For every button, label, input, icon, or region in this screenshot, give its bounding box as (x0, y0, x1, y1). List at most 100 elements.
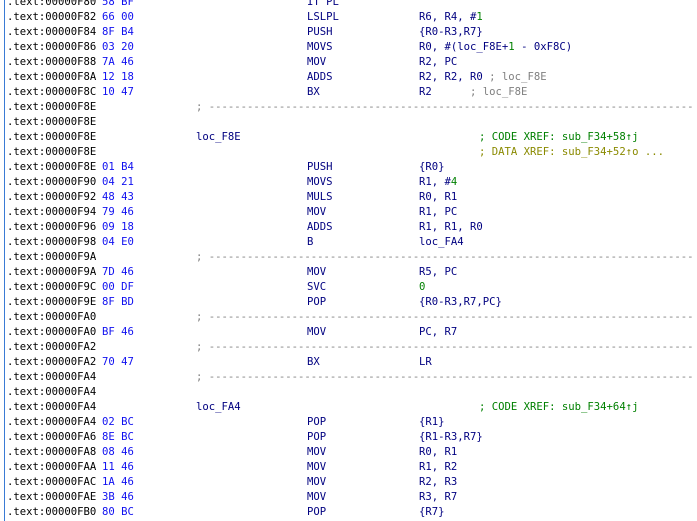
operands[interactable]: R6, R4, #1 (419, 10, 483, 25)
disasm-line[interactable]: .text:00000FA0 ; ------------------------… (0, 310, 697, 325)
operands[interactable]: R1, PC (419, 205, 457, 220)
address[interactable]: .text:00000FA4 (7, 370, 96, 385)
mnemonic[interactable]: MOVS (307, 40, 333, 55)
mnemonic[interactable]: ADDS (307, 220, 333, 235)
mnemonic[interactable]: MOV (307, 475, 326, 490)
address[interactable]: .text:00000F8A (7, 70, 96, 85)
address[interactable]: .text:00000F8E (7, 115, 96, 130)
operand-text[interactable]: {R1} (419, 416, 445, 428)
disasm-line[interactable]: .text:00000FA2 ; ------------------------… (0, 340, 697, 355)
address[interactable]: .text:00000F82 (7, 10, 96, 25)
address[interactable]: .text:00000F9C (7, 280, 96, 295)
disasm-line[interactable]: .text:00000F8C 10 47 BX R2 ; loc_F8E (0, 85, 697, 100)
address[interactable]: .text:00000FAC (7, 475, 96, 490)
operand-text[interactable]: PC, R7 (419, 326, 457, 338)
operands[interactable]: {R0} (419, 160, 445, 175)
address[interactable]: .text:00000F94 (7, 205, 96, 220)
operands[interactable]: {R1-R3,R7} (419, 430, 483, 445)
operand-number[interactable]: 0 (419, 281, 425, 293)
operands[interactable]: R2 ; loc_F8E (419, 85, 527, 100)
mnemonic[interactable]: BX (307, 85, 320, 100)
disasm-line[interactable]: .text:00000FA4 02 BC POP {R1} (0, 415, 697, 430)
address[interactable]: .text:00000F9A (7, 250, 96, 265)
mnemonic[interactable]: BX (307, 355, 320, 370)
address[interactable]: .text:00000FA2 (7, 355, 96, 370)
disasm-line[interactable]: .text:00000F88 7A 46 MOV R2, PC (0, 55, 697, 70)
disasm-line[interactable]: .text:00000F92 48 43 MULS R0, R1 (0, 190, 697, 205)
address[interactable]: .text:00000F9E (7, 295, 96, 310)
operand-text[interactable]: R0, R1 (419, 446, 457, 458)
address[interactable]: .text:00000FAA (7, 460, 96, 475)
address[interactable]: .text:00000F9A (7, 265, 96, 280)
operand-text[interactable]: R0, #(loc_F8E+ (419, 41, 508, 53)
disasm-line[interactable]: .text:00000F9E 8F BD POP {R0-R3,R7,PC} (0, 295, 697, 310)
mnemonic[interactable]: IT PL (307, 0, 339, 10)
disasm-line[interactable]: .text:00000F8A 12 18 ADDS R2, R2, R0 ; loc_… (0, 70, 697, 85)
disasm-line[interactable]: .text:00000F9A ; ------------------------… (0, 250, 697, 265)
address[interactable]: .text:00000F88 (7, 55, 96, 70)
disasm-line[interactable]: .text:00000FA4 loc_FA4 ; CODE XREF: sub_F3… (0, 400, 697, 415)
disasm-line[interactable]: .text:00000F9A 7D 46 MOV R5, PC (0, 265, 697, 280)
operand-text[interactable]: R2, PC (419, 56, 457, 68)
code-label[interactable]: loc_F8E (196, 130, 241, 145)
disasm-line[interactable]: .text:00000F8E ; ------------------------… (0, 100, 697, 115)
operand-text[interactable]: R5, PC (419, 266, 457, 278)
operand-text[interactable]: - (515, 41, 534, 53)
operand-text[interactable]: R2, R2, R0 (419, 71, 489, 83)
address[interactable]: .text:00000F8E (7, 130, 96, 145)
mnemonic[interactable]: MULS (307, 190, 333, 205)
operand-text[interactable]: {R7} (419, 506, 445, 518)
mnemonic[interactable]: MOV (307, 460, 326, 475)
operands[interactable]: loc_FA4 (419, 235, 464, 250)
disasm-line[interactable]: .text:00000FAC 1A 46 MOV R2, R3 (0, 475, 697, 490)
address[interactable]: .text:00000FA4 (7, 385, 96, 400)
operands[interactable]: {R7} (419, 505, 445, 520)
xref-comment[interactable]: ; CODE XREF: sub_F34+58↑j (479, 130, 638, 145)
operand-text[interactable]: R1, R1, R0 (419, 221, 483, 233)
mnemonic[interactable]: PUSH (307, 160, 333, 175)
mnemonic[interactable]: PUSH (307, 25, 333, 40)
operand-text[interactable]: R6, R4, # (419, 11, 476, 23)
disasm-line[interactable]: .text:00000FA4 (0, 385, 697, 400)
operands[interactable]: R0, R1 (419, 190, 457, 205)
mnemonic[interactable]: MOV (307, 55, 326, 70)
address[interactable]: .text:00000F90 (7, 175, 96, 190)
address[interactable]: .text:00000F86 (7, 40, 96, 55)
operand-text[interactable]: {R0-R3,R7,PC} (419, 296, 502, 308)
disasm-line[interactable]: .text:00000F8E (0, 115, 697, 130)
mnemonic[interactable]: ADDS (307, 70, 333, 85)
mnemonic[interactable]: B (307, 235, 313, 250)
operand-text[interactable]: R1, R2 (419, 461, 457, 473)
xref-comment[interactable]: ; DATA XREF: sub_F34+52↑o ... (479, 145, 664, 160)
operands[interactable]: LR (419, 355, 432, 370)
operand-text[interactable]: R3, R7 (419, 491, 457, 503)
mnemonic[interactable]: POP (307, 505, 326, 520)
disasm-line[interactable]: .text:00000F98 04 E0 Bloc_FA4 (0, 235, 697, 250)
disasm-line[interactable]: .text:00000FA0 BF 46 MOV PC, R7 (0, 325, 697, 340)
operands[interactable]: R5, PC (419, 265, 457, 280)
disasm-line[interactable]: .text:00000F8E 01 B4 PUSH {R0} (0, 160, 697, 175)
disasm-line[interactable]: .text:00000F9C 00 DF SVC 0 (0, 280, 697, 295)
address[interactable]: .text:00000F8E (7, 160, 96, 175)
operands[interactable]: R1, R1, R0 (419, 220, 483, 235)
operands[interactable]: PC, R7 (419, 325, 457, 340)
mnemonic[interactable]: MOV (307, 325, 326, 340)
address[interactable]: .text:00000F92 (7, 190, 96, 205)
disasm-line[interactable]: .text:00000F90 04 21 MOVS R1, #4 (0, 175, 697, 190)
address[interactable]: .text:00000FA6 (7, 430, 96, 445)
address[interactable]: .text:00000F8C (7, 85, 96, 100)
operand-text[interactable]: R0, R1 (419, 191, 457, 203)
operand-text[interactable]: {R0-R3,R7} (419, 26, 483, 38)
address[interactable]: .text:00000FA0 (7, 325, 96, 340)
disasm-line[interactable]: .text:00000FA2 70 47 BX LR (0, 355, 697, 370)
address[interactable]: .text:00000FA2 (7, 340, 96, 355)
operands[interactable]: {R0-R3,R7} (419, 25, 483, 40)
address[interactable]: .text:00000FA4 (7, 400, 96, 415)
operand-text[interactable]: R2 (419, 86, 470, 98)
operand-text[interactable]: R2, R3 (419, 476, 457, 488)
disasm-line[interactable]: .text:00000F84 8F B4 PUSH {R0-R3,R7} (0, 25, 697, 40)
xref-comment[interactable]: ; CODE XREF: sub_F34+64↑j (479, 400, 638, 415)
mnemonic[interactable]: MOV (307, 445, 326, 460)
address[interactable]: .text:00000F8E (7, 100, 96, 115)
address[interactable]: .text:00000FA0 (7, 310, 96, 325)
